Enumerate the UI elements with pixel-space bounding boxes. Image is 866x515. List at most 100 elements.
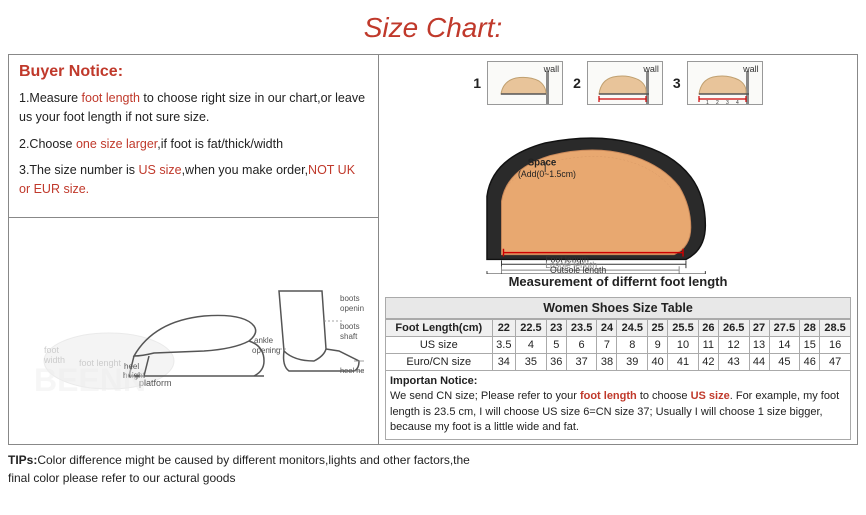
foot-measurement-svg: Space (Add(0~1.5cm) Foot length Lnsole l… [448, 109, 788, 274]
us-11: 11 [698, 337, 718, 354]
left-panel: Buyer Notice: 1.Measure foot length to c… [9, 55, 379, 444]
table-header-row: Foot Length(cm) 22 22.5 23 23.5 24 24.5 … [386, 320, 851, 337]
notice-2-highlight: one size larger [76, 137, 157, 151]
euro-37: 37 [566, 354, 597, 371]
size-table-title: Women Shoes Size Table [385, 297, 851, 319]
col-22: 22 [492, 320, 516, 337]
notice-point-1: 1.Measure foot length to choose right si… [19, 89, 368, 127]
svg-text:heel height: heel height [340, 366, 364, 375]
col-25.5: 25.5 [668, 320, 699, 337]
notice-1-highlight: foot length [82, 91, 140, 105]
col-25: 25 [648, 320, 668, 337]
notice-2-after: ,if foot is fat/thick/width [157, 137, 283, 151]
step-1-box: wall [487, 61, 563, 105]
measurement-section: 1 wall 2 wall [379, 55, 857, 293]
svg-text:Space: Space [528, 157, 557, 168]
col-24.5: 24.5 [617, 320, 648, 337]
euro-45: 45 [769, 354, 800, 371]
step-2-box: wall [587, 61, 663, 105]
euro-39: 39 [617, 354, 648, 371]
tips-text: Color difference might be caused by diff… [37, 453, 359, 467]
euro-46: 46 [800, 354, 820, 371]
important-notice: Importan Notice: We send CN size; Please… [385, 371, 851, 440]
notice-point-3: 3.The size number is US size,when you ma… [19, 161, 368, 199]
table-row-us: US size 3.5 4 5 6 7 8 9 10 11 12 13 14 1… [386, 337, 851, 354]
buyer-notice: Buyer Notice: 1.Measure foot length to c… [9, 55, 378, 218]
size-table: Foot Length(cm) 22 22.5 23 23.5 24 24.5 … [385, 319, 851, 371]
us-8: 8 [617, 337, 648, 354]
us-15: 15 [800, 337, 820, 354]
col-22.5: 22.5 [516, 320, 547, 337]
us-12: 12 [718, 337, 749, 354]
tips-bar: TIPs:Color difference might be caused by… [0, 445, 866, 493]
euro-43: 43 [718, 354, 749, 371]
svg-text:(Add(0~1.5cm): (Add(0~1.5cm) [518, 169, 576, 179]
us-size-label: US size [386, 337, 493, 354]
us-13: 13 [749, 337, 769, 354]
euro-35: 35 [516, 354, 547, 371]
svg-text:opening: opening [340, 304, 364, 313]
col-24: 24 [597, 320, 617, 337]
important-notice-text-before: We send CN size; Please refer to your [390, 390, 580, 402]
euro-44: 44 [749, 354, 769, 371]
col-26: 26 [698, 320, 718, 337]
page-title: Size Chart: [0, 0, 866, 54]
svg-text:3: 3 [726, 100, 729, 104]
euro-36: 36 [546, 354, 566, 371]
euro-34: 34 [492, 354, 516, 371]
and-text: and [360, 453, 380, 467]
step-1-wall: wall [544, 64, 560, 74]
notice-3-before: 3.The size number is [19, 163, 139, 177]
measurement-title: Measurement of differnt foot length [509, 274, 728, 289]
euro-42: 42 [698, 354, 718, 371]
notice-3-highlight1: US size [139, 163, 182, 177]
step-2-wall: wall [643, 64, 659, 74]
step-2-num: 2 [573, 75, 581, 91]
col-foot-length: Foot Length(cm) [386, 320, 493, 337]
us-5: 5 [546, 337, 566, 354]
col-26.5: 26.5 [718, 320, 749, 337]
svg-text:boots: boots [340, 294, 360, 303]
euro-size-label: Euro/CN size [386, 354, 493, 371]
us-4: 4 [516, 337, 547, 354]
euro-38: 38 [597, 354, 617, 371]
svg-text:1: 1 [706, 100, 709, 104]
svg-text:boots: boots [340, 322, 360, 331]
col-27.5: 27.5 [769, 320, 800, 337]
important-us-size: US size [691, 390, 730, 402]
us-3.5: 3.5 [492, 337, 516, 354]
us-9: 9 [648, 337, 668, 354]
svg-text:foot: foot [44, 345, 60, 355]
notice-1-before: 1.Measure [19, 91, 82, 105]
shoe-svg: foot lenght foot width platform heel [24, 261, 364, 401]
us-14: 14 [769, 337, 800, 354]
shoe-diagram: foot lenght foot width platform heel [9, 218, 378, 444]
right-panel: 1 wall 2 wall [379, 55, 857, 444]
col-23: 23 [546, 320, 566, 337]
us-7: 7 [597, 337, 617, 354]
step-3-num: 3 [673, 75, 681, 91]
step-3-wall: wall [743, 64, 759, 74]
step-1-num: 1 [473, 75, 481, 91]
euro-41: 41 [668, 354, 699, 371]
svg-text:BEENN: BEENN [34, 362, 146, 398]
us-6: 6 [566, 337, 597, 354]
how-to-measure-steps: 1 wall 2 wall [387, 61, 849, 105]
tips-text-3: final color please refer to our actural … [8, 471, 235, 485]
col-27: 27 [749, 320, 769, 337]
euro-47: 47 [820, 354, 851, 371]
svg-text:ankle: ankle [254, 336, 274, 345]
table-row-euro: Euro/CN size 34 35 36 37 38 39 40 41 42 … [386, 354, 851, 371]
col-28.5: 28.5 [820, 320, 851, 337]
step-3-box: wall 1 2 3 4 [687, 61, 763, 105]
tips-text-2: other factors,the [380, 453, 470, 467]
notice-2-before: 2.Choose [19, 137, 76, 151]
us-16: 16 [820, 337, 851, 354]
foot-diagram-area: Space (Add(0~1.5cm) Foot length Lnsole l… [387, 109, 849, 274]
col-28: 28 [800, 320, 820, 337]
svg-text:4: 4 [736, 100, 739, 104]
svg-text:Outsole length: Outsole length [550, 265, 606, 274]
svg-text:opening: opening [252, 346, 280, 355]
svg-text:shaft: shaft [340, 332, 358, 341]
col-23.5: 23.5 [566, 320, 597, 337]
